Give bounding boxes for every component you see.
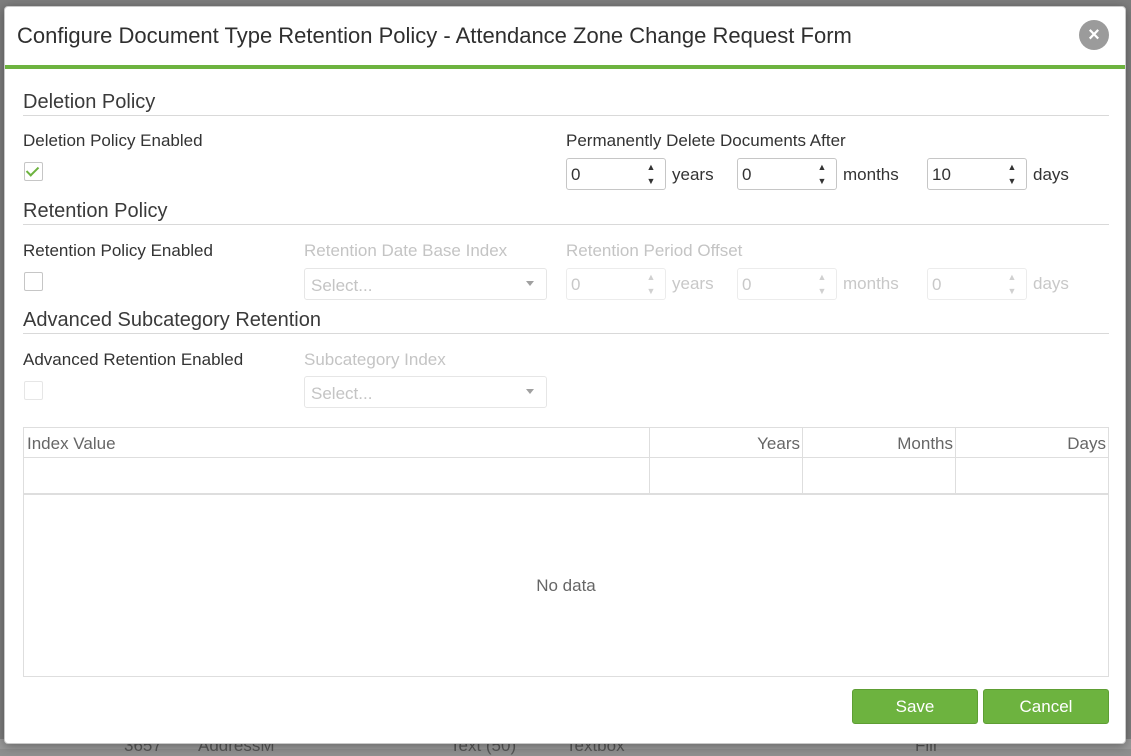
filter-cell-index-value[interactable] [24, 458, 649, 493]
chevron-down-icon [526, 389, 534, 394]
stepper-value: 0 [742, 275, 752, 294]
advanced-enabled-label: Advanced Retention Enabled [23, 350, 244, 369]
deletion-enabled-checkbox[interactable] [24, 162, 43, 181]
deletion-enabled-label: Deletion Policy Enabled [23, 131, 203, 150]
advanced-enabled-checkbox[interactable] [24, 381, 43, 400]
retention-date-index-select[interactable]: Select... [304, 268, 547, 300]
cancel-button[interactable]: Cancel [983, 689, 1109, 724]
retention-policy-title: Retention Policy [23, 200, 168, 222]
column-header-label: Years [757, 434, 800, 453]
column-header-label: Index Value [27, 434, 116, 453]
days-unit-label: days [1033, 274, 1069, 293]
advanced-retention-title: Advanced Subcategory Retention [23, 309, 321, 331]
deletion-years-stepper[interactable]: 0 ▲ ▼ [566, 158, 666, 190]
retention-date-index-label: Retention Date Base Index [304, 241, 508, 260]
column-header-label: Months [897, 434, 953, 453]
stepper-value: 0 [932, 275, 942, 294]
months-unit-label: months [843, 165, 899, 184]
dialog-title: Configure Document Type Retention Policy… [17, 23, 852, 48]
subcategory-index-label: Subcategory Index [304, 350, 446, 369]
months-unit-label: months [843, 274, 899, 293]
stepper-value: 0 [742, 165, 752, 184]
caret-down-icon[interactable]: ▼ [816, 175, 828, 187]
retention-offset-label: Retention Period Offset [566, 241, 743, 260]
chevron-down-icon [526, 281, 534, 286]
column-header-months[interactable]: Months [802, 428, 955, 457]
days-unit-label: days [1033, 165, 1069, 184]
caret-up-icon[interactable]: ▲ [645, 271, 657, 283]
column-header-days[interactable]: Days [955, 428, 1108, 457]
subcategory-index-select[interactable]: Select... [304, 376, 547, 408]
check-icon [25, 163, 40, 177]
years-unit-label: years [672, 274, 714, 293]
select-placeholder: Select... [311, 276, 373, 295]
caret-down-icon[interactable]: ▼ [1006, 175, 1018, 187]
retention-years-stepper[interactable]: 0 ▲ ▼ [566, 268, 666, 300]
subcategory-retention-grid: Index Value Years Months Days No data [23, 427, 1109, 677]
section-divider [23, 333, 1109, 334]
grid-header: Index Value Years Months Days [24, 428, 1108, 458]
grid-empty-message: No data [536, 576, 596, 595]
column-header-years[interactable]: Years [649, 428, 802, 457]
grid-filter-row [24, 458, 1108, 495]
caret-down-icon[interactable]: ▼ [1006, 285, 1018, 297]
deletion-months-stepper[interactable]: 0 ▲ ▼ [737, 158, 837, 190]
retention-months-stepper[interactable]: 0 ▲ ▼ [737, 268, 837, 300]
caret-up-icon[interactable]: ▲ [1006, 271, 1018, 283]
stepper-value: 10 [932, 165, 951, 184]
stepper-value: 0 [571, 275, 581, 294]
retention-days-stepper[interactable]: 0 ▲ ▼ [927, 268, 1027, 300]
years-unit-label: years [672, 165, 714, 184]
retention-enabled-label: Retention Policy Enabled [23, 241, 213, 260]
filter-cell-years[interactable] [649, 458, 802, 493]
filter-cell-months[interactable] [802, 458, 955, 493]
select-placeholder: Select... [311, 384, 373, 403]
delete-after-label: Permanently Delete Documents After [566, 131, 846, 150]
deletion-policy-title: Deletion Policy [23, 91, 156, 113]
retention-enabled-checkbox[interactable] [24, 272, 43, 291]
caret-down-icon[interactable]: ▼ [645, 285, 657, 297]
stepper-value: 0 [571, 165, 581, 184]
caret-down-icon[interactable]: ▼ [645, 175, 657, 187]
retention-policy-dialog: Configure Document Type Retention Policy… [4, 6, 1126, 744]
section-divider [23, 115, 1109, 116]
filter-cell-days[interactable] [955, 458, 1108, 493]
caret-down-icon[interactable]: ▼ [816, 285, 828, 297]
caret-up-icon[interactable]: ▲ [816, 271, 828, 283]
deletion-days-stepper[interactable]: 10 ▲ ▼ [927, 158, 1027, 190]
section-divider [23, 224, 1109, 225]
close-icon[interactable]: × [1079, 20, 1109, 50]
caret-up-icon[interactable]: ▲ [1006, 161, 1018, 173]
column-header-index-value[interactable]: Index Value [24, 428, 649, 457]
caret-up-icon[interactable]: ▲ [816, 161, 828, 173]
column-header-label: Days [1067, 434, 1106, 453]
caret-up-icon[interactable]: ▲ [645, 161, 657, 173]
save-button[interactable]: Save [852, 689, 978, 724]
dialog-header: Configure Document Type Retention Policy… [5, 7, 1125, 69]
